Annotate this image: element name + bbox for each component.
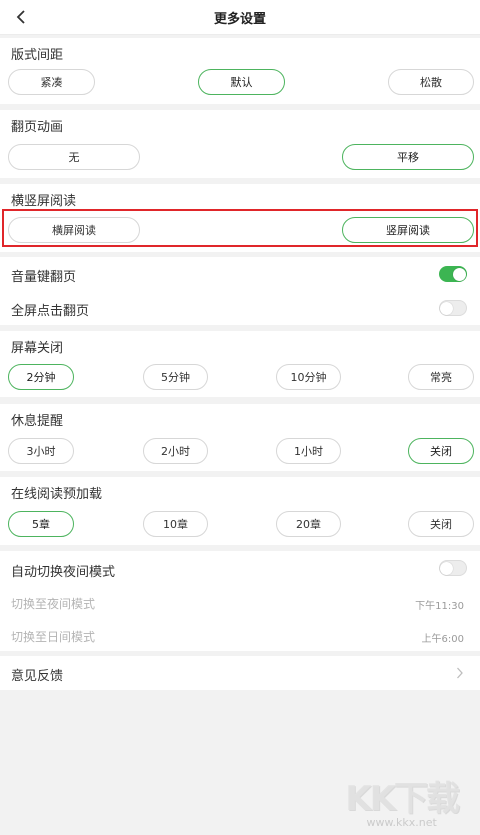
option-landscape[interactable]: 横屏阅读 <box>8 217 140 243</box>
option-10-chapters[interactable]: 10章 <box>143 511 208 537</box>
option-slide[interactable]: 平移 <box>342 144 474 170</box>
top-bar: 更多设置 <box>0 0 480 35</box>
fullscreen-tap-turn-row: 全屏点击翻页 <box>0 291 480 325</box>
toggle-knob <box>440 301 453 315</box>
watermark: KK下载 www.kkx.net <box>345 771 460 829</box>
auto-night-mode-section: 自动切换夜间模式 切换至夜间模式 下午11:30 切换至日间模式 上午6:00 <box>0 551 480 651</box>
chevron-right-icon <box>457 667 463 679</box>
option-2min[interactable]: 2分钟 <box>8 364 74 390</box>
to-night-label: 切换至夜间模式 <box>11 597 96 611</box>
option-5-chapters[interactable]: 5章 <box>8 511 74 537</box>
feedback-row[interactable]: 意见反馈 <box>0 656 480 690</box>
watermark-logo: KK下载 <box>345 779 460 819</box>
toggle-knob <box>453 267 466 281</box>
section-title: 屏幕关闭 <box>11 341 64 356</box>
option-2h[interactable]: 2小时 <box>143 438 208 464</box>
option-none[interactable]: 无 <box>8 144 140 170</box>
option-default[interactable]: 默认 <box>198 69 285 95</box>
page-turn-animation-section: 翻页动画 无 平移 <box>0 110 480 178</box>
volume-key-turn-toggle[interactable] <box>439 266 467 282</box>
row-label: 意见反馈 <box>11 669 64 684</box>
row-label: 自动切换夜间模式 <box>11 565 116 580</box>
to-day-label: 切换至日间模式 <box>11 630 96 644</box>
section-title: 横竖屏阅读 <box>11 194 77 209</box>
orientation-section: 横竖屏阅读 横屏阅读 竖屏阅读 <box>0 184 480 252</box>
option-20-chapters[interactable]: 20章 <box>276 511 341 537</box>
option-portrait[interactable]: 竖屏阅读 <box>342 217 474 243</box>
option-compact[interactable]: 紧凑 <box>8 69 95 95</box>
option-5min[interactable]: 5分钟 <box>143 364 208 390</box>
option-10min[interactable]: 10分钟 <box>276 364 341 390</box>
page-title: 更多设置 <box>213 12 266 27</box>
to-day-time[interactable]: 上午6:00 <box>422 630 464 645</box>
auto-night-mode-toggle[interactable] <box>439 560 467 576</box>
section-title: 版式间距 <box>11 48 64 63</box>
to-night-time[interactable]: 下午11:30 <box>415 597 464 612</box>
rest-reminder-section: 休息提醒 3小时 2小时 1小时 关闭 <box>0 404 480 471</box>
online-preload-section: 在线阅读预加载 5章 10章 20章 关闭 <box>0 477 480 545</box>
row-label: 全屏点击翻页 <box>11 304 90 319</box>
option-1h[interactable]: 1小时 <box>276 438 341 464</box>
section-title: 休息提醒 <box>11 414 64 429</box>
option-loose[interactable]: 松散 <box>388 69 474 95</box>
option-off[interactable]: 关闭 <box>408 438 474 464</box>
option-3h[interactable]: 3小时 <box>8 438 74 464</box>
toggle-knob <box>440 561 453 575</box>
layout-spacing-section: 版式间距 紧凑 默认 松散 <box>0 38 480 104</box>
screen-off-section: 屏幕关闭 2分钟 5分钟 10分钟 常亮 <box>0 331 480 397</box>
volume-key-turn-row: 音量键翻页 <box>0 257 480 291</box>
option-preload-off[interactable]: 关闭 <box>408 511 474 537</box>
row-label: 音量键翻页 <box>11 270 77 285</box>
section-title: 翻页动画 <box>11 120 64 135</box>
fullscreen-tap-turn-toggle[interactable] <box>439 300 467 316</box>
section-title: 在线阅读预加载 <box>11 487 103 502</box>
option-always-on[interactable]: 常亮 <box>408 364 474 390</box>
